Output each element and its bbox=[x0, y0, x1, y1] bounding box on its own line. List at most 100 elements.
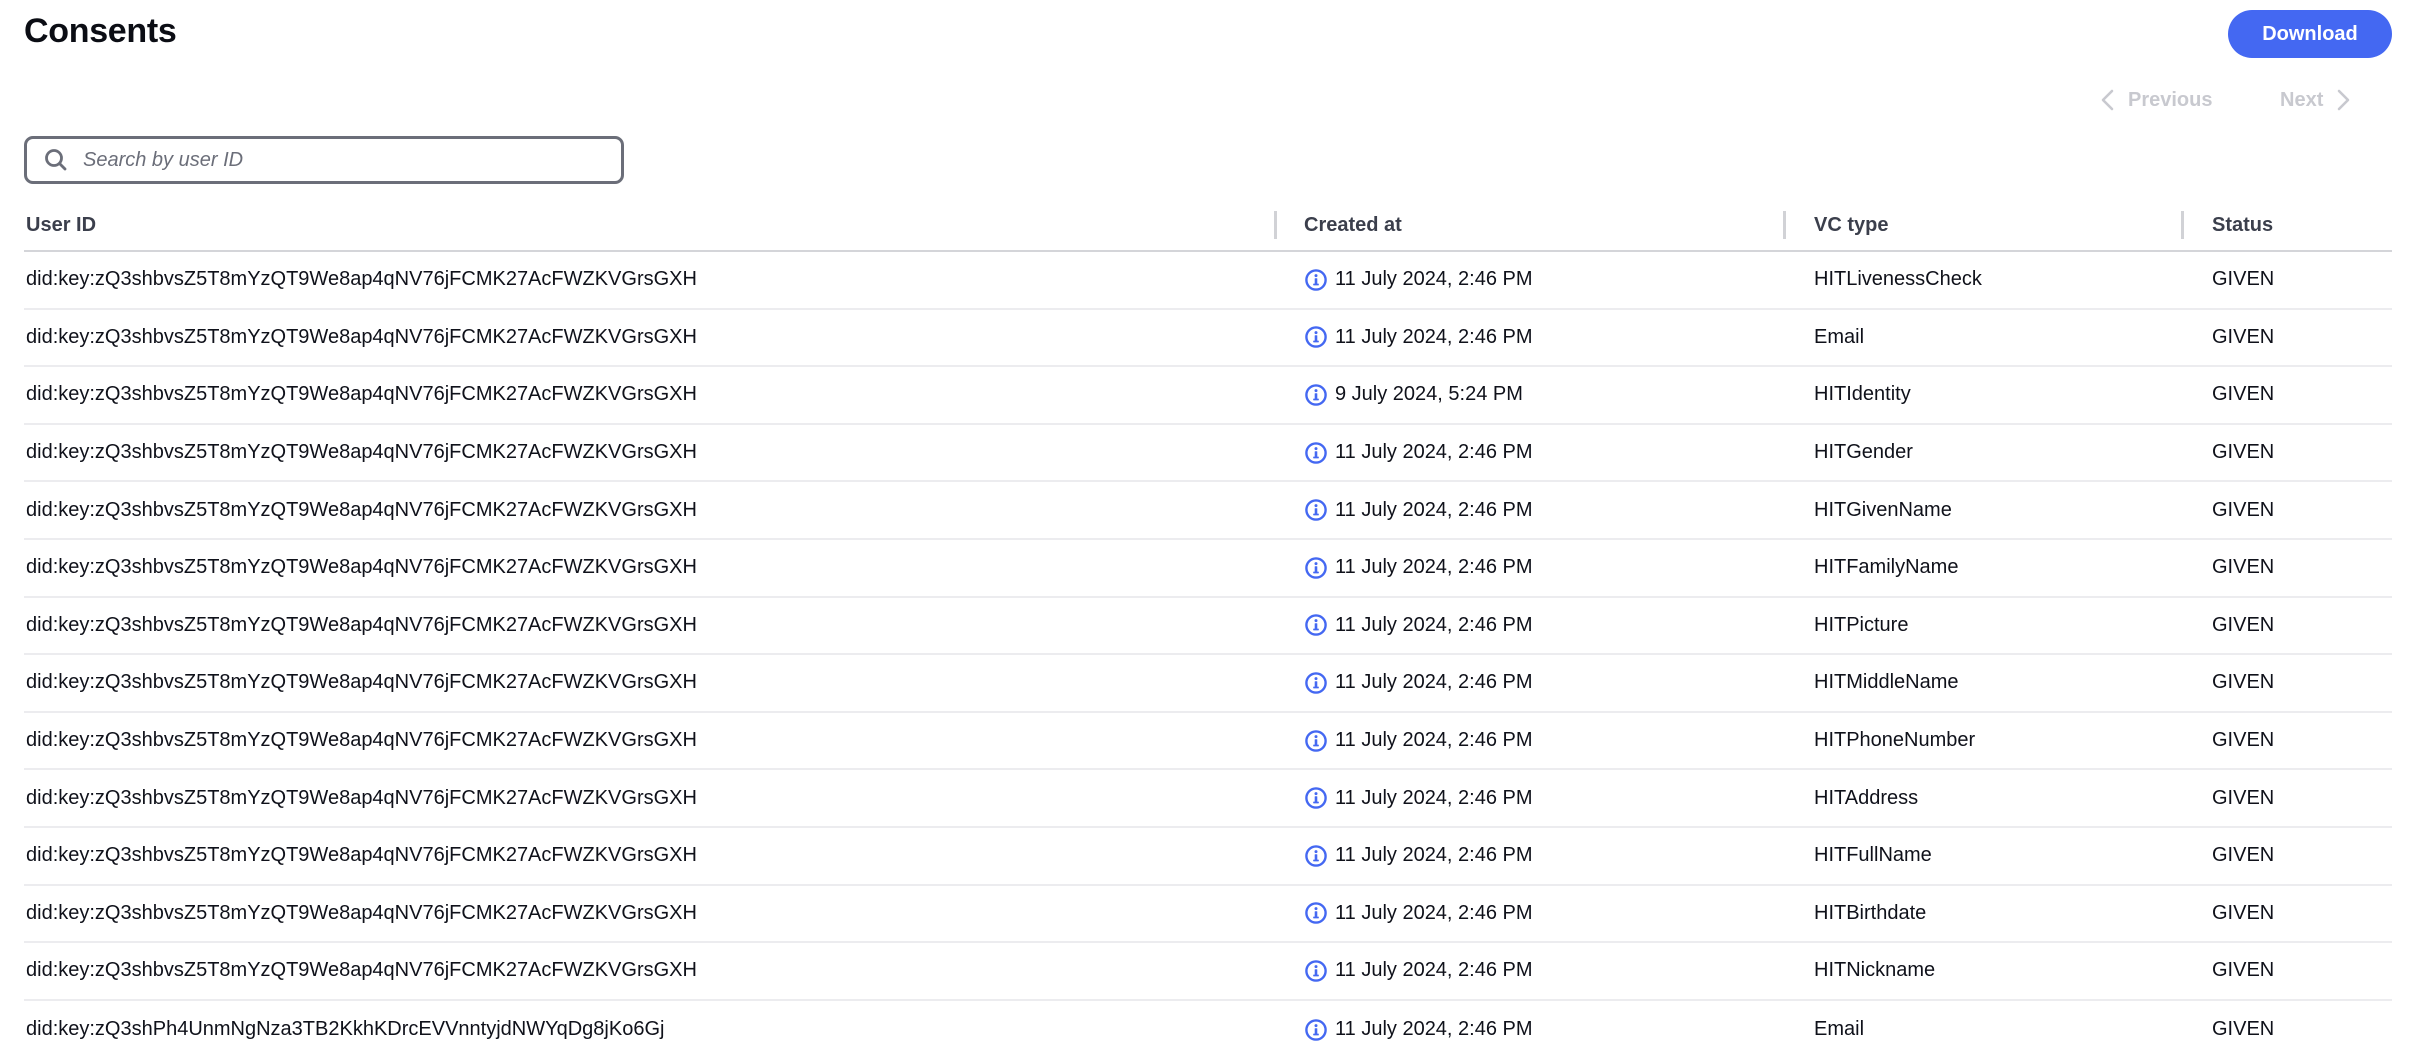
created-at-cell: 11 July 2024, 2:46 PM bbox=[1304, 943, 1533, 999]
search-icon bbox=[45, 149, 67, 171]
column-header-created-at[interactable]: Created at bbox=[1304, 200, 1402, 250]
status-cell: GIVEN bbox=[2212, 613, 2275, 636]
user-id-cell: did:key:zQ3shbvsZ5T8mYzQT9We8ap4qNV76jFC… bbox=[26, 671, 697, 694]
status-cell: GIVEN bbox=[2212, 268, 2275, 291]
user-id-cell: did:key:zQ3shbvsZ5T8mYzQT9We8ap4qNV76jFC… bbox=[26, 556, 697, 579]
created-at-text: 11 July 2024, 2:46 PM bbox=[1335, 671, 1533, 694]
table-row[interactable]: did:key:zQ3shbvsZ5T8mYzQT9We8ap4qNV76jFC… bbox=[24, 828, 2392, 886]
status-cell: GIVEN bbox=[2212, 383, 2275, 406]
vc-type-cell: HITNickname bbox=[1814, 959, 1936, 982]
previous-label: Previous bbox=[2128, 88, 2213, 111]
user-id-cell: did:key:zQ3shbvsZ5T8mYzQT9We8ap4qNV76jFC… bbox=[26, 498, 697, 521]
created-at-text: 11 July 2024, 2:46 PM bbox=[1335, 325, 1533, 348]
created-at-text: 11 July 2024, 2:46 PM bbox=[1335, 441, 1533, 464]
table-row[interactable]: did:key:zQ3shbvsZ5T8mYzQT9We8ap4qNV76jFC… bbox=[24, 425, 2392, 483]
search-input[interactable] bbox=[83, 148, 603, 172]
status-cell: GIVEN bbox=[2212, 325, 2275, 348]
table-row[interactable]: did:key:zQ3shbvsZ5T8mYzQT9We8ap4qNV76jFC… bbox=[24, 482, 2392, 540]
created-at-cell: 11 July 2024, 2:46 PM bbox=[1304, 252, 1533, 308]
vc-type-cell: HITGender bbox=[1814, 441, 1913, 464]
table-row[interactable]: did:key:zQ3shbvsZ5T8mYzQT9We8ap4qNV76jFC… bbox=[24, 713, 2392, 771]
created-at-cell: 11 July 2024, 2:46 PM bbox=[1304, 540, 1533, 596]
download-button[interactable]: Download bbox=[2228, 10, 2392, 58]
info-icon[interactable] bbox=[1304, 441, 1328, 465]
table-row[interactable]: did:key:zQ3shPh4UnmNgNza3TB2KkhKDrcEVVnn… bbox=[24, 1001, 2392, 1059]
info-icon[interactable] bbox=[1304, 959, 1328, 983]
chevron-left-icon bbox=[2101, 89, 2114, 111]
vc-type-cell: HITPhoneNumber bbox=[1814, 729, 1976, 752]
created-at-text: 11 July 2024, 2:46 PM bbox=[1335, 1018, 1533, 1041]
created-at-cell: 11 July 2024, 2:46 PM bbox=[1304, 655, 1533, 711]
next-label: Next bbox=[2280, 88, 2324, 111]
created-at-text: 11 July 2024, 2:46 PM bbox=[1335, 786, 1533, 809]
user-id-cell: did:key:zQ3shbvsZ5T8mYzQT9We8ap4qNV76jFC… bbox=[26, 901, 697, 924]
table-body: did:key:zQ3shbvsZ5T8mYzQT9We8ap4qNV76jFC… bbox=[24, 252, 2392, 1058]
created-at-cell: 11 July 2024, 2:46 PM bbox=[1304, 886, 1533, 942]
created-at-cell: 11 July 2024, 2:46 PM bbox=[1304, 713, 1533, 769]
table-row[interactable]: did:key:zQ3shbvsZ5T8mYzQT9We8ap4qNV76jFC… bbox=[24, 598, 2392, 656]
table-row[interactable]: did:key:zQ3shbvsZ5T8mYzQT9We8ap4qNV76jFC… bbox=[24, 943, 2392, 1001]
info-icon[interactable] bbox=[1304, 613, 1328, 637]
vc-type-cell: HITMiddleName bbox=[1814, 671, 1959, 694]
user-id-cell: did:key:zQ3shbvsZ5T8mYzQT9We8ap4qNV76jFC… bbox=[26, 383, 697, 406]
status-cell: GIVEN bbox=[2212, 729, 2275, 752]
info-icon[interactable] bbox=[1304, 844, 1328, 868]
info-icon[interactable] bbox=[1304, 556, 1328, 580]
search-box[interactable] bbox=[24, 136, 624, 184]
created-at-text: 11 July 2024, 2:46 PM bbox=[1335, 844, 1533, 867]
column-header-status[interactable]: Status bbox=[2212, 200, 2273, 250]
table-row[interactable]: did:key:zQ3shbvsZ5T8mYzQT9We8ap4qNV76jFC… bbox=[24, 770, 2392, 828]
vc-type-cell: HITGivenName bbox=[1814, 498, 1952, 521]
status-cell: GIVEN bbox=[2212, 671, 2275, 694]
table-row[interactable]: did:key:zQ3shbvsZ5T8mYzQT9We8ap4qNV76jFC… bbox=[24, 252, 2392, 310]
info-icon[interactable] bbox=[1304, 786, 1328, 810]
previous-button[interactable]: Previous bbox=[2100, 88, 2230, 112]
user-id-cell: did:key:zQ3shbvsZ5T8mYzQT9We8ap4qNV76jFC… bbox=[26, 959, 697, 982]
created-at-text: 11 July 2024, 2:46 PM bbox=[1335, 613, 1533, 636]
table-row[interactable]: did:key:zQ3shbvsZ5T8mYzQT9We8ap4qNV76jFC… bbox=[24, 886, 2392, 944]
user-id-cell: did:key:zQ3shPh4UnmNgNza3TB2KkhKDrcEVVnn… bbox=[26, 1018, 665, 1041]
status-cell: GIVEN bbox=[2212, 786, 2275, 809]
column-resize-handle[interactable] bbox=[2181, 211, 2184, 239]
column-resize-handle[interactable] bbox=[1274, 211, 1277, 239]
vc-type-cell: HITFamilyName bbox=[1814, 556, 1959, 579]
user-id-cell: did:key:zQ3shbvsZ5T8mYzQT9We8ap4qNV76jFC… bbox=[26, 325, 697, 348]
vc-type-cell: HITIdentity bbox=[1814, 383, 1911, 406]
info-icon[interactable] bbox=[1304, 1018, 1328, 1042]
user-id-cell: did:key:zQ3shbvsZ5T8mYzQT9We8ap4qNV76jFC… bbox=[26, 844, 697, 867]
info-icon[interactable] bbox=[1304, 268, 1328, 292]
info-icon[interactable] bbox=[1304, 383, 1328, 407]
table-row[interactable]: did:key:zQ3shbvsZ5T8mYzQT9We8ap4qNV76jFC… bbox=[24, 367, 2392, 425]
vc-type-cell: Email bbox=[1814, 325, 1865, 348]
next-button[interactable]: Next bbox=[2280, 88, 2390, 112]
consents-page: Consents Download Previous Next User ID … bbox=[0, 0, 2416, 1062]
vc-type-cell: HITFullName bbox=[1814, 844, 1932, 867]
column-header-user-id[interactable]: User ID bbox=[26, 200, 96, 250]
table-row[interactable]: did:key:zQ3shbvsZ5T8mYzQT9We8ap4qNV76jFC… bbox=[24, 655, 2392, 713]
info-icon[interactable] bbox=[1304, 901, 1328, 925]
info-icon[interactable] bbox=[1304, 671, 1328, 695]
info-icon[interactable] bbox=[1304, 729, 1328, 753]
status-cell: GIVEN bbox=[2212, 844, 2275, 867]
user-id-cell: did:key:zQ3shbvsZ5T8mYzQT9We8ap4qNV76jFC… bbox=[26, 613, 697, 636]
vc-type-cell: HITBirthdate bbox=[1814, 901, 1927, 924]
page-title: Consents bbox=[24, 12, 177, 50]
table-row[interactable]: did:key:zQ3shbvsZ5T8mYzQT9We8ap4qNV76jFC… bbox=[24, 310, 2392, 368]
user-id-cell: did:key:zQ3shbvsZ5T8mYzQT9We8ap4qNV76jFC… bbox=[26, 268, 697, 291]
created-at-text: 11 July 2024, 2:46 PM bbox=[1335, 901, 1533, 924]
info-icon[interactable] bbox=[1304, 325, 1328, 349]
status-cell: GIVEN bbox=[2212, 1018, 2275, 1041]
info-icon[interactable] bbox=[1304, 498, 1328, 522]
column-resize-handle[interactable] bbox=[1783, 211, 1786, 239]
status-cell: GIVEN bbox=[2212, 556, 2275, 579]
created-at-text: 11 July 2024, 2:46 PM bbox=[1335, 729, 1533, 752]
created-at-cell: 11 July 2024, 2:46 PM bbox=[1304, 770, 1533, 826]
table-row[interactable]: did:key:zQ3shbvsZ5T8mYzQT9We8ap4qNV76jFC… bbox=[24, 540, 2392, 598]
column-header-vc-type[interactable]: VC type bbox=[1814, 200, 1888, 250]
user-id-cell: did:key:zQ3shbvsZ5T8mYzQT9We8ap4qNV76jFC… bbox=[26, 786, 697, 809]
created-at-cell: 11 July 2024, 2:46 PM bbox=[1304, 425, 1533, 481]
created-at-cell: 11 July 2024, 2:46 PM bbox=[1304, 310, 1533, 366]
vc-type-cell: HITLivenessCheck bbox=[1814, 268, 1982, 291]
created-at-cell: 11 July 2024, 2:46 PM bbox=[1304, 598, 1533, 654]
created-at-cell: 9 July 2024, 5:24 PM bbox=[1304, 367, 1523, 423]
